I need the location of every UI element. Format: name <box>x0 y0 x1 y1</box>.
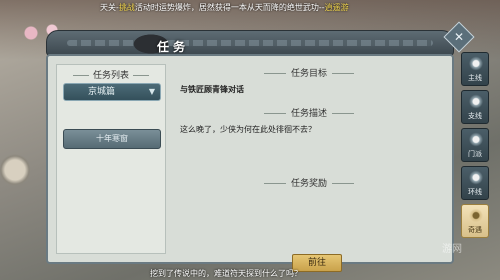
chat-line: 挖到了传说中的，难道符天探到什么了吗？ <box>150 269 302 278</box>
quest-panel: 任务 ✕ 任务列表 京城篇 ▼ 十年寒窗 任务目标 与铁匠顾青锋对话 任务描述 … <box>36 21 475 272</box>
task-list-item[interactable]: 十年寒窗 <box>63 129 161 149</box>
broadcast-item[interactable]: 逍遥游 <box>325 3 349 12</box>
reward-header: 任务奖励 <box>172 176 446 189</box>
task-detail: 任务目标 与铁匠顾青锋对话 任务描述 这么晚了，少侠为何在此处徘徊不去？ 任务奖… <box>172 64 446 272</box>
tab-sect-quest[interactable]: 门派 <box>461 128 489 162</box>
background-lamp <box>0 150 30 190</box>
loop-quest-icon <box>468 170 484 185</box>
sect-icon <box>468 132 484 147</box>
desc-text: 这么晚了，少侠为何在此处徘徊不去？ <box>180 125 316 134</box>
tab-side-quest[interactable]: 支线 <box>461 90 489 124</box>
quest-type-tabs: 主线 支线 门派 环线 奇遇 <box>461 52 489 242</box>
watermark: 游网 <box>442 244 462 255</box>
task-list: 任务列表 京城篇 ▼ 十年寒窗 <box>56 64 166 254</box>
task-list-header: 任务列表 <box>57 68 165 81</box>
main-quest-icon <box>468 56 484 71</box>
tab-loop-quest[interactable]: 环线 <box>461 166 489 200</box>
panel-body: 任务列表 京城篇 ▼ 十年寒窗 任务目标 与铁匠顾青锋对话 任务描述 这么晚了，… <box>46 54 454 272</box>
tab-main-quest[interactable]: 主线 <box>461 52 489 86</box>
desc-header: 任务描述 <box>172 106 446 119</box>
task-category[interactable]: 京城篇 ▼ <box>63 83 161 101</box>
broadcast-highlight: 挑战 <box>118 3 135 12</box>
tab-adventure[interactable]: 奇遇 <box>461 204 489 238</box>
adventure-icon <box>468 208 484 223</box>
chevron-down-icon: ▼ <box>148 87 155 96</box>
system-broadcast: 天关-挑战活动时运势爆炸，居然获得一本从天而降的绝世武功--逍遥游 <box>100 3 349 12</box>
goal-header: 任务目标 <box>172 66 446 79</box>
close-icon: ✕ <box>453 30 465 44</box>
panel-title: 任务 <box>157 40 190 54</box>
side-quest-icon <box>468 94 484 109</box>
panel-title-bar: 任务 <box>46 30 454 56</box>
goal-text: 与铁匠顾青锋对话 <box>180 85 244 94</box>
